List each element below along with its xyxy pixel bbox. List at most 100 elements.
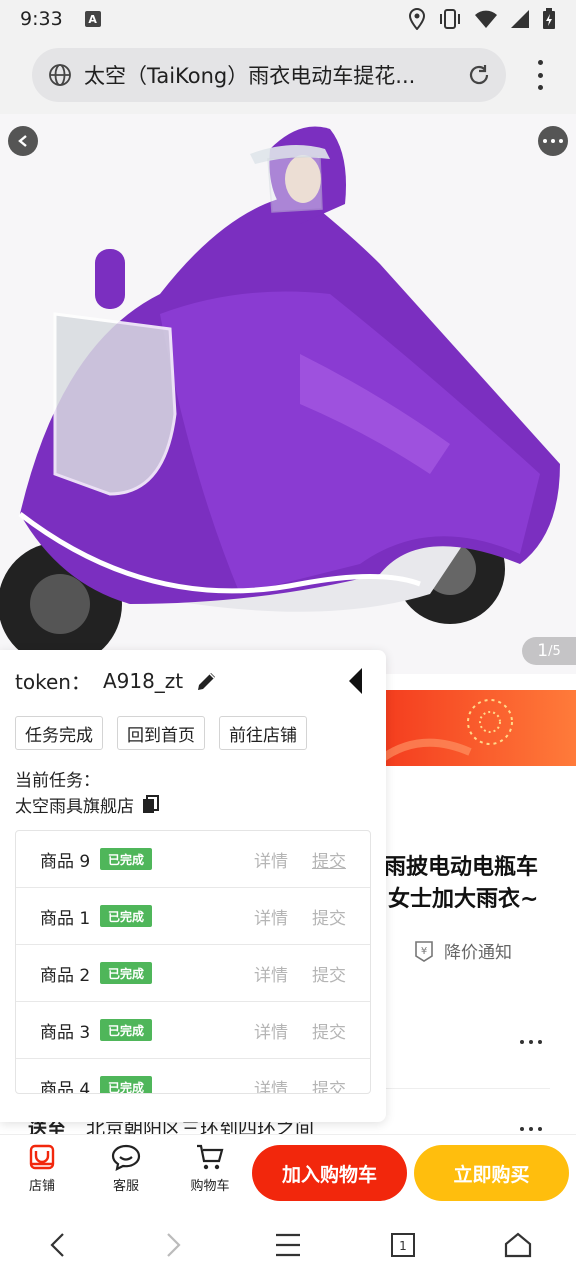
url-title: 太空（TaiKong）雨衣电动车提花... xyxy=(84,64,416,88)
list-item: 商品 1 已完成 详情 提交 xyxy=(16,888,370,945)
service-icon xyxy=(111,1144,141,1171)
store-button[interactable]: 店铺 xyxy=(12,1143,72,1194)
tabs-button[interactable]: 1 xyxy=(373,1220,433,1270)
bottom-action-bar: 店铺 客服 购物车 加入购物车 立即购买 xyxy=(0,1134,576,1210)
page-current: 1 xyxy=(537,641,549,661)
detail-link[interactable]: 详情 xyxy=(254,904,288,929)
item-name: 商品 4 xyxy=(40,1079,91,1094)
status-icons xyxy=(408,8,556,30)
item-name: 商品 9 xyxy=(40,851,91,872)
more-circle-button[interactable] xyxy=(538,126,568,156)
menu-icon xyxy=(275,1233,300,1257)
product-title: 雨披电动电瓶车 女士加大雨衣~ xyxy=(384,852,538,916)
browser-toolbar: 太空（TaiKong）雨衣电动车提花... xyxy=(0,38,576,114)
add-to-cart-button[interactable]: 加入购物车 xyxy=(252,1145,407,1201)
cart-label: 购物车 xyxy=(190,1179,230,1194)
status-bar: 9:33 A xyxy=(0,0,576,38)
notification-a-icon: A xyxy=(84,11,101,27)
divider xyxy=(386,1088,550,1089)
battery-icon xyxy=(543,8,555,29)
submit-link[interactable]: 提交 xyxy=(312,961,346,986)
token-value: A918_zt xyxy=(102,668,184,693)
browser-menu-icon[interactable] xyxy=(536,60,544,90)
chevron-left-icon xyxy=(18,135,27,147)
detail-link[interactable]: 详情 xyxy=(254,1018,288,1043)
list-item: 商品 9 已完成 详情 提交 xyxy=(16,831,370,888)
submit-link[interactable]: 提交 xyxy=(312,904,346,929)
back-circle-button[interactable] xyxy=(8,126,38,156)
buy-now-button[interactable]: 立即购买 xyxy=(414,1145,569,1201)
task-panel: token： A918_zt 任务完成 回到首页 前往店铺 当前任务： 太空雨具… xyxy=(0,650,386,1122)
token-label: token： xyxy=(15,670,91,694)
more-delivery-icon[interactable] xyxy=(520,1126,548,1132)
home-nav-button[interactable] xyxy=(488,1220,548,1270)
more-dots-icon xyxy=(543,139,563,143)
detail-link[interactable]: 详情 xyxy=(254,1075,288,1094)
globe-icon xyxy=(49,64,71,86)
signal-icon xyxy=(511,10,529,28)
home-icon xyxy=(505,1232,532,1258)
price-notice-button[interactable]: ¥ 降价通知 xyxy=(412,938,512,963)
edit-icon[interactable] xyxy=(195,669,219,693)
detail-link[interactable]: 详情 xyxy=(254,847,288,872)
copy-icon[interactable] xyxy=(142,794,160,815)
vibrate-icon xyxy=(440,9,460,29)
status-badge: 已完成 xyxy=(100,848,153,870)
back-icon xyxy=(50,1233,64,1257)
store-icon xyxy=(29,1144,55,1170)
item-name: 商品 1 xyxy=(40,908,91,929)
status-badge: 已完成 xyxy=(100,1019,153,1041)
item-name: 商品 2 xyxy=(40,965,91,986)
item-name: 商品 3 xyxy=(40,1022,91,1043)
task-item-list[interactable]: 商品 9 已完成 详情 提交 商品 1 已完成 详情 提交 商品 2 已完成 详… xyxy=(15,830,371,1094)
page-total: /5 xyxy=(548,643,561,659)
back-button[interactable] xyxy=(28,1220,88,1270)
cart-button[interactable]: 购物车 xyxy=(180,1143,240,1194)
cart-icon xyxy=(197,1144,224,1170)
firework-icon xyxy=(380,699,513,764)
product-title-line-1: 雨披电动电瓶车 xyxy=(384,855,539,880)
status-badge: 已完成 xyxy=(100,962,153,984)
current-shop: 太空雨具旗舰店 xyxy=(15,792,160,817)
service-button[interactable]: 客服 xyxy=(96,1143,156,1194)
home-button[interactable]: 回到首页 xyxy=(117,716,205,750)
browser-nav-bar: 1 xyxy=(0,1210,576,1280)
address-bar[interactable]: 太空（TaiKong）雨衣电动车提花... xyxy=(32,48,506,102)
store-label: 店铺 xyxy=(28,1179,55,1194)
svg-text:1: 1 xyxy=(399,1239,407,1253)
wifi-icon xyxy=(475,10,497,28)
menu-button[interactable] xyxy=(258,1220,318,1270)
location-icon xyxy=(408,8,426,30)
current-task-label: 当前任务： xyxy=(15,771,100,791)
submit-link[interactable]: 提交 xyxy=(312,847,346,872)
caret-left-icon[interactable] xyxy=(346,666,366,696)
forward-button[interactable] xyxy=(143,1220,203,1270)
promo-banner[interactable] xyxy=(380,690,576,766)
image-page-indicator: 1 /5 xyxy=(522,637,576,665)
go-shop-button[interactable]: 前往店铺 xyxy=(219,716,307,750)
price-notice-label: 降价通知 xyxy=(444,943,512,963)
forward-icon xyxy=(167,1233,181,1257)
product-title-line-2: 女士加大雨衣~ xyxy=(388,887,539,912)
options-card xyxy=(386,1000,576,1130)
list-item: 商品 2 已完成 详情 提交 xyxy=(16,945,370,1002)
more-options-icon[interactable] xyxy=(520,1039,548,1045)
submit-link[interactable]: 提交 xyxy=(312,1075,346,1094)
token-row: token： A918_zt xyxy=(15,666,219,695)
list-item: 商品 3 已完成 详情 提交 xyxy=(16,1002,370,1059)
reload-icon[interactable] xyxy=(466,62,492,88)
detail-link[interactable]: 详情 xyxy=(254,961,288,986)
current-shop-name: 太空雨具旗舰店 xyxy=(15,797,134,817)
status-time: 9:33 xyxy=(20,8,63,30)
list-item: 商品 4 已完成 详情 提交 xyxy=(16,1059,370,1094)
status-badge: 已完成 xyxy=(100,1076,153,1093)
task-done-button[interactable]: 任务完成 xyxy=(15,716,103,750)
svg-text:¥: ¥ xyxy=(421,946,427,957)
submit-link[interactable]: 提交 xyxy=(312,1018,346,1043)
status-badge: 已完成 xyxy=(100,905,153,927)
product-photo xyxy=(0,114,576,674)
price-tag-icon: ¥ xyxy=(415,940,433,962)
service-label: 客服 xyxy=(112,1179,139,1194)
product-image-carousel[interactable]: 1 /5 xyxy=(0,114,576,674)
panel-button-row: 任务完成 回到首页 前往店铺 xyxy=(15,716,307,750)
